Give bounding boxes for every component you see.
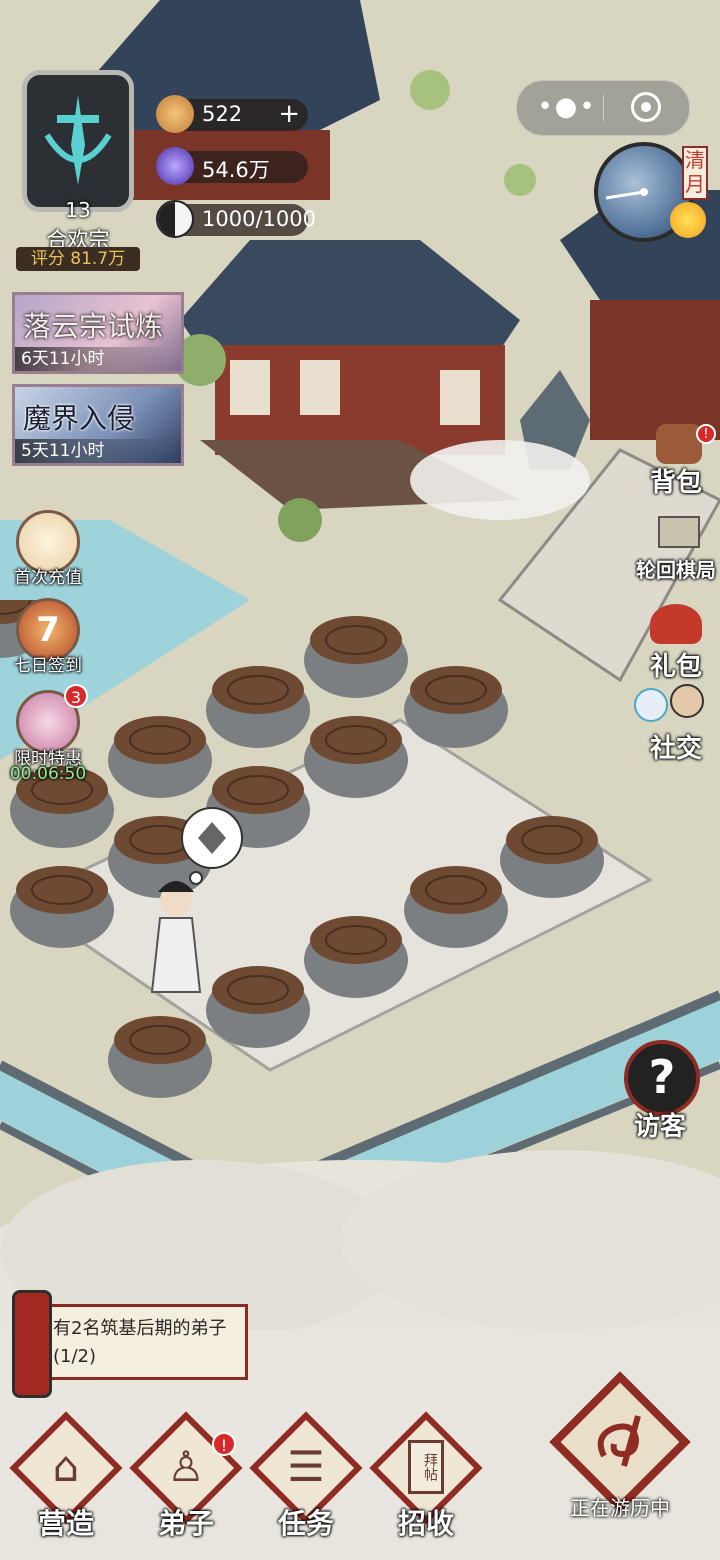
mystery-visitor-icon: ?: [624, 1040, 700, 1116]
backpack-button[interactable]: ! 背包: [640, 424, 716, 498]
chess-board-icon: [658, 516, 700, 548]
quest-paper: 有2名筑基后期的弟子(1/2): [36, 1304, 248, 1380]
event-title: 落云宗试炼: [23, 310, 164, 343]
spirit-crystal-icon: [156, 147, 194, 185]
menu-label: 轮回棋局: [636, 558, 716, 582]
gift-pack-icon: [650, 604, 702, 644]
recruit-icon: 拜帖: [408, 1440, 444, 1494]
offer-timer: 00:06:50: [9, 764, 87, 784]
nav-disciples-button[interactable]: ♙ ! 弟子: [128, 1411, 244, 1540]
miniprogram-capsule: •●•: [516, 80, 690, 136]
add-resource-button[interactable]: +: [278, 99, 300, 129]
cultivation-stones: [0, 600, 605, 1099]
close-miniprogram-icon[interactable]: [631, 92, 661, 122]
sword-crest-icon: [44, 95, 112, 185]
resource-value: 54.6万: [202, 158, 270, 182]
sect-emblem[interactable]: 13 合欢宗 评分 81.7万: [14, 58, 142, 271]
resource-spirit-crystal[interactable]: 54.6万: [156, 147, 308, 185]
scroll-roller-icon: [12, 1290, 52, 1398]
sect-level: 13: [65, 198, 91, 222]
alert-badge: !: [696, 424, 716, 444]
event-title: 魔界入侵: [23, 402, 136, 435]
more-options-icon[interactable]: •●•: [537, 92, 597, 122]
chess-game-button[interactable]: 轮回棋局: [636, 512, 720, 584]
nav-label: 任务: [277, 1507, 334, 1540]
event-timer: 6天11小时: [15, 347, 171, 371]
visitor-button[interactable]: ? 访客: [614, 1040, 714, 1142]
nav-tasks-button[interactable]: ☰ 任务: [248, 1411, 364, 1540]
menu-label: 首次充值: [14, 568, 82, 588]
menu-label: 背包: [650, 468, 703, 498]
moon-phase-label: 清月: [682, 146, 708, 200]
menu-label: 社交: [650, 734, 703, 764]
quest-text: 有2名筑基后期的弟子(1/2): [53, 1318, 227, 1367]
social-icon: [634, 680, 710, 730]
gift-pack-button[interactable]: 礼包: [640, 600, 716, 682]
game-scene[interactable]: •●• 13 合欢宗 评分 81.7万 522 + 54.6万 1000/100…: [0, 0, 720, 1560]
notification-badge: 3: [64, 684, 88, 708]
resource-value: 522: [202, 102, 243, 126]
nav-label: 营造: [37, 1507, 94, 1540]
resource-qi[interactable]: 1000/1000: [156, 200, 316, 238]
menu-label: 访客: [634, 1112, 687, 1142]
spirit-beast-icon: [156, 95, 194, 133]
nav-label: 招收: [397, 1507, 454, 1540]
nav-build-button[interactable]: ⌂ 营造: [8, 1411, 124, 1540]
build-icon: ⌂: [52, 1442, 80, 1491]
yin-yang-icon: [156, 200, 194, 238]
quest-tracker[interactable]: 有2名筑基后期的弟子(1/2): [12, 1290, 248, 1398]
sect-crest-frame: [22, 70, 134, 212]
social-button[interactable]: 社交: [628, 680, 718, 766]
event-banner-invasion[interactable]: 魔界入侵 5天11小时: [12, 384, 184, 466]
nav-label: 弟子: [157, 1507, 214, 1540]
nav-recruit-button[interactable]: 拜帖 招收: [368, 1411, 484, 1540]
tasks-icon: ☰: [287, 1442, 325, 1491]
travel-status: 正在游历中: [570, 1496, 670, 1520]
menu-label: 礼包: [650, 652, 703, 682]
event-timer: 5天11小时: [15, 439, 171, 463]
travel-button[interactable]: 正在游历中: [540, 1371, 700, 1550]
sun-icon: [670, 202, 706, 238]
travel-swirl-icon: [597, 1415, 641, 1467]
first-recharge-button[interactable]: 首次充值: [2, 510, 94, 590]
limited-offer-button[interactable]: 3 限时特惠 00:06:50: [2, 684, 94, 784]
backpack-icon: [656, 424, 702, 464]
resource-spirit-beast[interactable]: 522 +: [156, 95, 308, 133]
menu-label: 七日签到: [14, 656, 82, 676]
capsule-divider: [603, 95, 604, 121]
event-banner-trial[interactable]: 落云宗试炼 6天11小时: [12, 292, 184, 374]
alert-badge: !: [212, 1432, 236, 1456]
resource-value: 1000/1000: [202, 207, 316, 231]
seven-day-signin-button[interactable]: 7 七日签到: [2, 598, 94, 678]
sect-score: 评分 81.7万: [16, 247, 140, 271]
